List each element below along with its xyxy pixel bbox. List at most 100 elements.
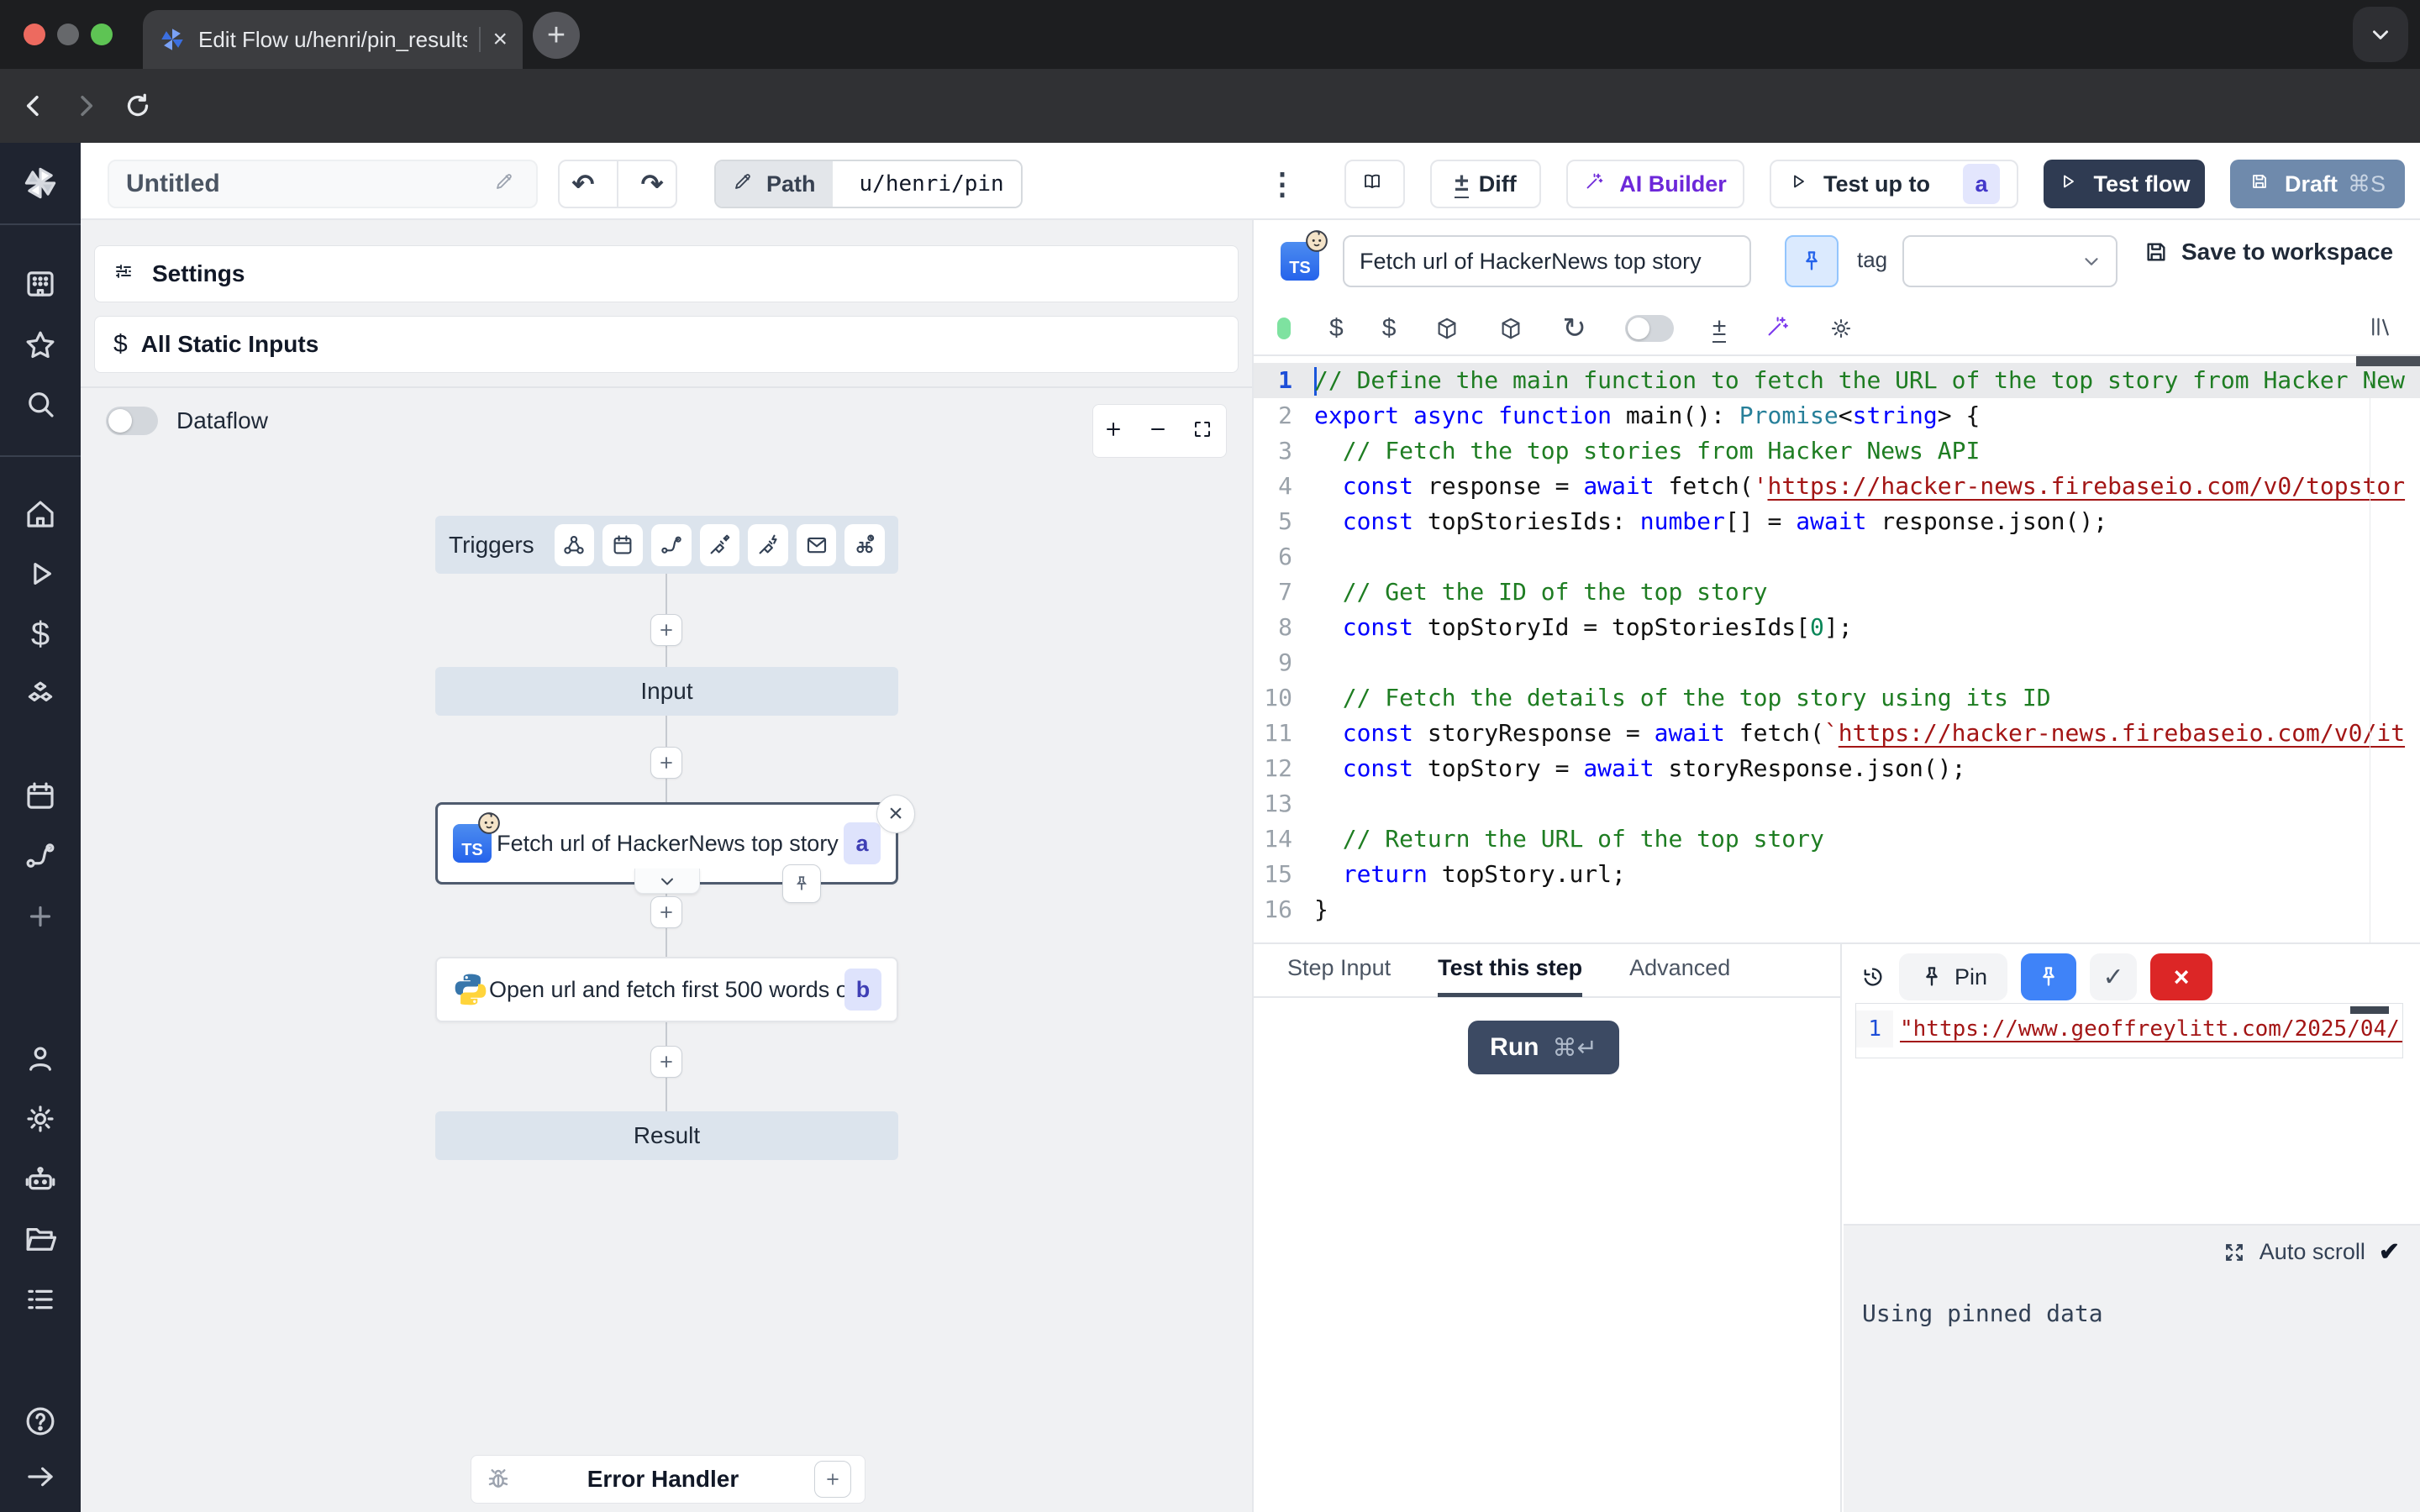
code-line[interactable]: 4 const response = await fetch('https://… (1254, 469, 2420, 504)
webhook-trigger-icon[interactable] (555, 524, 595, 566)
sidebar-item-folders[interactable] (22, 1221, 59, 1257)
sidebar-item-help[interactable] (22, 1403, 59, 1440)
add-step-button[interactable] (650, 747, 682, 779)
draft-button[interactable]: Draft ⌘S (2230, 160, 2405, 208)
code-line[interactable]: 13 (1254, 786, 2420, 822)
window-controls[interactable] (24, 24, 113, 45)
confirm-check-button[interactable]: ✓ (2090, 953, 2137, 1000)
pinned-step-pin-icon[interactable] (782, 864, 821, 903)
kafka-trigger-icon[interactable] (748, 524, 788, 566)
tab-close-icon[interactable]: × (492, 27, 508, 52)
pinned-active-pin-button[interactable] (2021, 953, 2076, 1000)
close-window-button[interactable] (24, 24, 45, 45)
run-button[interactable]: Run ⌘↵ (1468, 1021, 1619, 1074)
code-line[interactable]: 11 const storyResponse = await fetch(`ht… (1254, 716, 2420, 751)
tab-search-chevron-icon[interactable] (2353, 7, 2408, 62)
forward-icon[interactable] (67, 87, 104, 124)
add-step-button[interactable] (650, 1046, 682, 1078)
package-icon[interactable] (1498, 316, 1523, 341)
sidebar-item-favorites[interactable] (22, 327, 59, 364)
add-error-handler-icon[interactable] (814, 1461, 851, 1498)
pinned-editor-scrollbar[interactable] (2350, 1006, 2389, 1014)
ai-wand-icon[interactable] (1765, 314, 1790, 344)
dataflow-toggle[interactable] (106, 407, 158, 435)
docs-book-icon[interactable] (1344, 160, 1405, 208)
sidebar-item-apps[interactable] (22, 265, 59, 302)
reset-icon[interactable]: ↻ (1562, 314, 1586, 343)
sidebar-item-resources[interactable] (22, 677, 59, 714)
new-tab-button[interactable]: + (533, 12, 580, 59)
reload-icon[interactable] (119, 87, 156, 124)
schedule-trigger-icon[interactable] (602, 524, 643, 566)
redo-icon[interactable]: ↷ (629, 168, 676, 200)
add-step-button[interactable] (650, 896, 682, 928)
editor-scrollbar-thumb[interactable] (2356, 356, 2420, 366)
code-line[interactable]: 12 const topStory = await storyResponse.… (1254, 751, 2420, 786)
pin-button[interactable]: Pin (1899, 953, 2007, 1000)
variables-icon[interactable]: $ (1329, 314, 1344, 343)
result-node[interactable]: Result (435, 1111, 898, 1160)
error-handler-node[interactable]: Error Handler (471, 1455, 865, 1504)
delete-step-icon[interactable]: × (876, 795, 915, 833)
code-line[interactable]: 9 (1254, 645, 2420, 680)
scheduled-poll-trigger-icon[interactable] (844, 524, 885, 566)
sidebar-item-add[interactable] (22, 898, 59, 935)
code-line[interactable]: 16} (1254, 892, 2420, 927)
test-flow-button[interactable]: Test flow (2044, 160, 2205, 208)
auto-scroll-control[interactable]: Auto scroll ✔ (2223, 1237, 2400, 1267)
code-line[interactable]: 7 // Get the ID of the top story (1254, 575, 2420, 610)
tab-step-input[interactable]: Step Input (1287, 943, 1391, 997)
history-icon[interactable] (1860, 964, 1886, 990)
library-icon[interactable] (2368, 314, 2393, 344)
ai-builder-button[interactable]: AI Builder (1566, 160, 1744, 208)
tab-advanced[interactable]: Advanced (1629, 943, 1730, 997)
code-editor[interactable]: 1// Define the main function to fetch th… (1254, 356, 2420, 942)
test-up-to-button[interactable]: Test up to a (1770, 160, 2018, 208)
undo-icon[interactable]: ↶ (560, 168, 607, 200)
flow-name-field[interactable]: Untitled (108, 160, 538, 208)
pin-step-toggle[interactable] (1785, 235, 1839, 287)
back-icon[interactable] (15, 87, 52, 124)
step-name-input[interactable]: Fetch url of HackerNews top story (1343, 235, 1751, 287)
triggers-node[interactable]: Triggers (435, 516, 898, 574)
sidebar-item-variables[interactable]: $ (22, 616, 59, 653)
collapse-step-chevron-icon[interactable] (634, 869, 700, 894)
code-line[interactable]: 14 // Return the URL of the top story (1254, 822, 2420, 857)
path-control[interactable]: Path u/henri/pin (714, 160, 1023, 208)
websocket-trigger-icon[interactable] (700, 524, 740, 566)
input-node[interactable]: Input (435, 667, 898, 716)
code-line[interactable]: 15 return topStory.url; (1254, 857, 2420, 892)
sidebar-item-settings[interactable] (22, 1100, 59, 1137)
diff-button[interactable]: ±Diff (1430, 160, 1541, 208)
windmill-logo[interactable] (22, 165, 59, 202)
save-to-workspace-button[interactable]: Save to workspace (2143, 239, 2393, 265)
fit-view-icon[interactable] (1192, 419, 1216, 443)
all-static-inputs-bar[interactable]: $ All Static Inputs (94, 316, 1239, 373)
sidebar-expand-icon[interactable] (22, 1458, 59, 1495)
diff-icon[interactable]: ± (1712, 314, 1726, 343)
tag-select[interactable] (1902, 235, 2118, 287)
pinned-data-editor[interactable]: 1 "https://www.geoffreylitt.com/2025/04/… (1855, 1003, 2403, 1058)
code-line[interactable]: 2export async function main(): Promise<s… (1254, 398, 2420, 433)
contextual-variables-icon[interactable]: $ (1382, 314, 1397, 343)
zoom-in-icon[interactable] (1103, 419, 1127, 443)
sidebar-item-home[interactable] (22, 496, 59, 533)
editor-settings-gear-icon[interactable] (1828, 316, 1854, 341)
package-icon[interactable] (1434, 316, 1460, 341)
minimize-window-button[interactable] (57, 24, 79, 45)
sidebar-item-search[interactable] (22, 386, 59, 423)
code-line[interactable]: 8 const topStoryId = topStoriesIds[0]; (1254, 610, 2420, 645)
browser-tab[interactable]: Edit Flow u/henri/pin_results × (143, 10, 523, 69)
code-line[interactable]: 5 const topStoriesIds: number[] = await … (1254, 504, 2420, 539)
zoom-out-icon[interactable] (1148, 419, 1171, 443)
http-route-trigger-icon[interactable] (651, 524, 692, 566)
sidebar-item-routes[interactable] (22, 837, 59, 874)
code-line[interactable]: 10 // Fetch the details of the top story… (1254, 680, 2420, 716)
sidebar-item-audit-logs[interactable] (22, 1281, 59, 1318)
settings-bar[interactable]: Settings (94, 245, 1239, 302)
code-line[interactable]: 1// Define the main function to fetch th… (1254, 363, 2420, 398)
add-step-button[interactable] (650, 614, 682, 646)
sidebar-item-schedules[interactable] (22, 778, 59, 815)
editor-toggle[interactable] (1625, 315, 1674, 342)
flow-step-b-node[interactable]: Open url and fetch first 500 words of ..… (435, 957, 898, 1022)
